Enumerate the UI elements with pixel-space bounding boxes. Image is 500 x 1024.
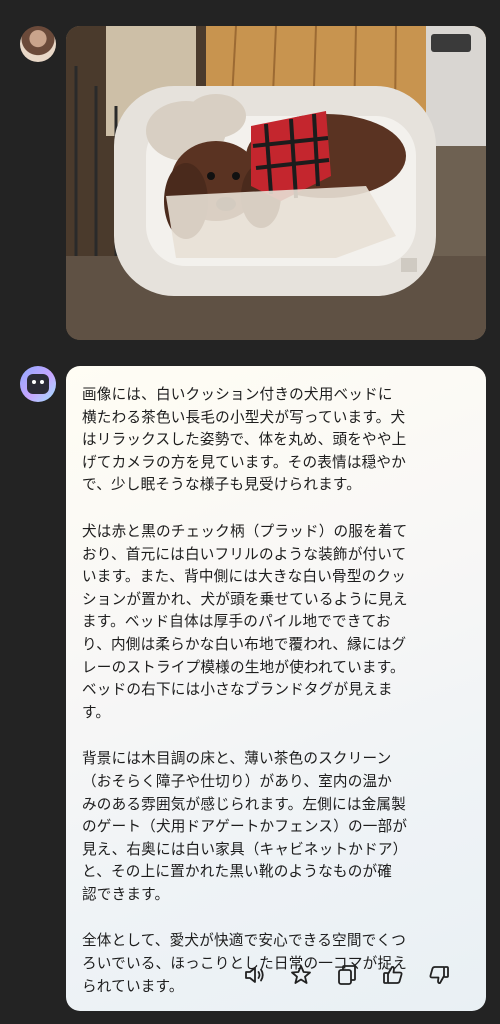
- copy-button[interactable]: [332, 960, 362, 990]
- assistant-avatar: [20, 366, 56, 402]
- message-paragraph-3: 背景には木目調の床と、薄い茶色のスクリーン （おそらく障子や仕切り）があり、室内…: [82, 750, 408, 903]
- copy-icon: [338, 965, 356, 985]
- message-paragraph-2: 犬は赤と黒のチェック柄（プラッド）の服を着て おり、首元には白いフリルのような装…: [82, 522, 408, 721]
- thumbs-up-icon: [383, 966, 403, 984]
- favorite-button[interactable]: [286, 960, 316, 990]
- user-avatar[interactable]: [20, 26, 56, 62]
- dog-bed-photo[interactable]: [66, 26, 486, 340]
- thumbs-down-icon: [429, 966, 449, 984]
- star-icon: [291, 965, 311, 984]
- read-aloud-button[interactable]: [240, 960, 270, 990]
- dislike-button[interactable]: [424, 960, 454, 990]
- message-actions: [240, 960, 454, 990]
- assistant-message-bubble: 画像には、白いクッション付きの犬用ベッドに 横たわる茶色い長毛の小型犬が写ってい…: [66, 366, 486, 1011]
- photo-illustration: [66, 26, 486, 340]
- message-paragraph-1: 画像には、白いクッション付きの犬用ベッドに 横たわる茶色い長毛の小型犬が写ってい…: [82, 386, 407, 494]
- like-button[interactable]: [378, 960, 408, 990]
- speaker-icon: [245, 967, 264, 983]
- robot-icon: [27, 374, 49, 394]
